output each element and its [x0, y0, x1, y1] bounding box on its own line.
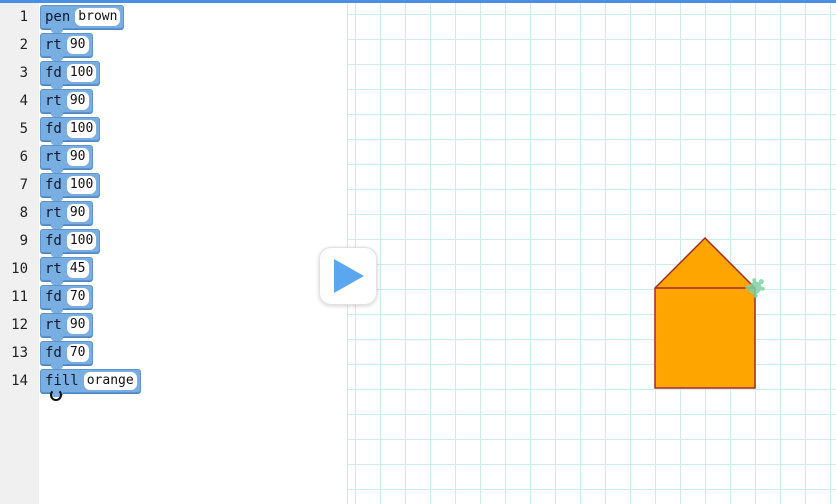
block-command: rt: [45, 149, 62, 165]
block-argument[interactable]: 100: [66, 64, 97, 82]
line-number: 14: [11, 373, 28, 389]
block-argument[interactable]: 70: [66, 344, 89, 362]
block-argument[interactable]: 45: [66, 260, 89, 278]
block-command: fill: [45, 373, 79, 389]
code-block[interactable]: pen brown: [40, 5, 125, 33]
line-number: 12: [11, 317, 28, 333]
block-command: fd: [45, 177, 62, 193]
block-command: pen: [45, 9, 71, 25]
block-command: fd: [45, 65, 62, 81]
block-argument[interactable]: 100: [66, 176, 97, 194]
line-number: 7: [19, 177, 28, 193]
line-number: 10: [11, 261, 28, 277]
line-number: 11: [11, 289, 28, 305]
line-number: 4: [19, 93, 28, 109]
block-command: rt: [45, 261, 62, 277]
turtle-canvas: [348, 3, 836, 504]
code-block[interactable]: rt 90: [40, 313, 93, 341]
block-command: rt: [45, 93, 62, 109]
block-command: rt: [45, 37, 62, 53]
block-command: fd: [45, 121, 62, 137]
code-block[interactable]: fd 70: [40, 341, 93, 369]
block-argument[interactable]: orange: [83, 372, 137, 390]
line-number: 3: [19, 65, 28, 81]
block-command: rt: [45, 317, 62, 333]
block-command: fd: [45, 233, 62, 249]
block-argument[interactable]: 100: [66, 120, 97, 138]
code-block[interactable]: rt 90: [40, 33, 93, 61]
house-shape: [654, 236, 756, 389]
line-number: 8: [19, 205, 28, 221]
line-number: 2: [19, 37, 28, 53]
block-argument[interactable]: 100: [66, 232, 97, 250]
block-argument[interactable]: 90: [66, 204, 89, 222]
code-block[interactable]: rt 90: [40, 201, 93, 229]
code-block[interactable]: fd 100: [40, 117, 101, 145]
code-block[interactable]: fd 100: [40, 61, 101, 89]
code-block[interactable]: fd 100: [40, 173, 101, 201]
block-argument[interactable]: 90: [66, 36, 89, 54]
code-block[interactable]: rt 90: [40, 89, 93, 117]
text-cursor-icon: [50, 389, 62, 401]
turtle-drawing: [654, 236, 765, 389]
line-number: 1: [19, 9, 28, 25]
block-argument[interactable]: 90: [66, 316, 89, 334]
line-number: 9: [19, 233, 28, 249]
block-command: fd: [45, 289, 62, 305]
block-command: fd: [45, 345, 62, 361]
play-icon: [334, 259, 364, 293]
block-argument[interactable]: 70: [66, 288, 89, 306]
code-block[interactable]: fd 100: [40, 229, 101, 257]
block-argument[interactable]: brown: [75, 8, 121, 26]
code-block[interactable]: rt 45: [40, 257, 93, 285]
line-number: 6: [19, 149, 28, 165]
run-button[interactable]: [319, 247, 377, 305]
code-block[interactable]: fd 70: [40, 285, 93, 313]
block-argument[interactable]: 90: [66, 148, 89, 166]
line-number: 13: [11, 345, 28, 361]
line-number: 5: [19, 121, 28, 137]
code-block[interactable]: rt 90: [40, 145, 93, 173]
block-argument[interactable]: 90: [66, 92, 89, 110]
block-command: rt: [45, 205, 62, 221]
